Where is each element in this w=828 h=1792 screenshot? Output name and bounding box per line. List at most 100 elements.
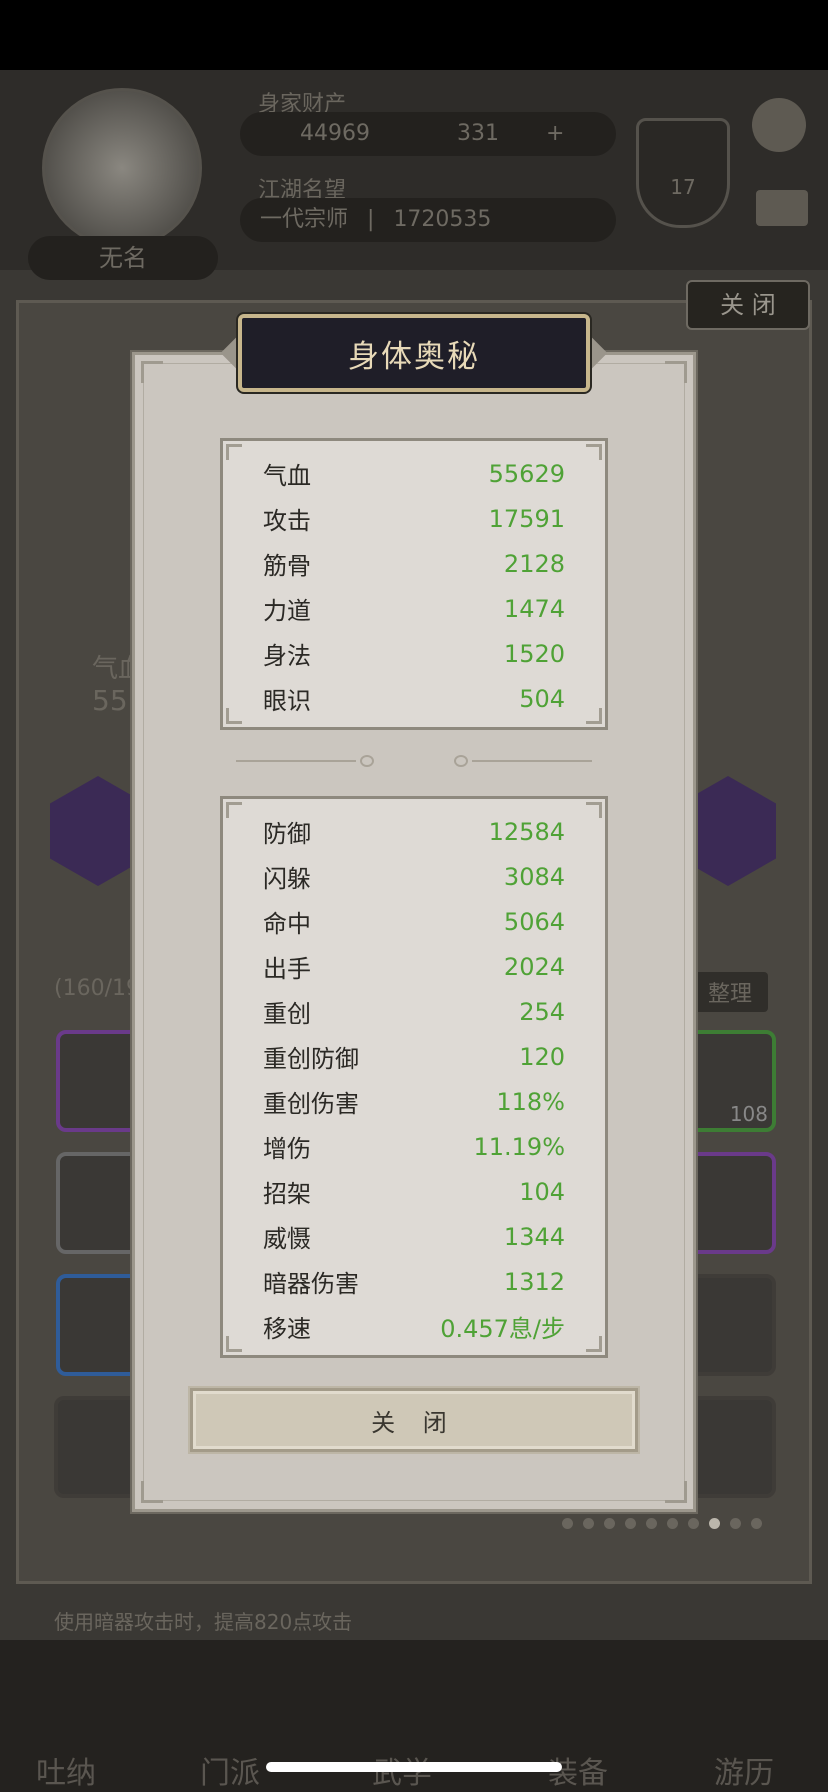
currency-bar: 44969 331 + — [240, 112, 616, 156]
stat-label: 重创伤害 — [263, 1090, 359, 1118]
stat-value: 1312 — [503, 1267, 565, 1296]
level-shield-icon[interactable]: 17 — [636, 118, 730, 228]
mail-icon[interactable] — [756, 190, 808, 226]
corner-ornament — [665, 361, 687, 383]
divider-line — [236, 760, 356, 762]
gear-icon[interactable] — [752, 98, 806, 152]
corner-ornament — [665, 1481, 687, 1503]
fame-bar: 一代宗师 | 1720535 — [240, 198, 616, 242]
dialog-title-plate: 身体奥秘 — [238, 314, 590, 392]
tip-text: 使用暗器攻击时，提高820点攻击 — [54, 1610, 353, 1634]
stat-value: 5064 — [503, 907, 565, 936]
divider-line — [472, 760, 592, 762]
stat-row: 重创防御 120 — [263, 1034, 565, 1079]
stat-label: 重创防御 — [263, 1045, 359, 1073]
stat-label: 防御 — [263, 820, 311, 848]
stat-label: 身法 — [263, 642, 311, 670]
stat-row: 眼识 504 — [263, 676, 565, 721]
divider-ornament — [454, 755, 468, 767]
jade-value: 331 — [457, 121, 499, 146]
stat-label: 重创 — [263, 1000, 311, 1028]
fame-value: 1720535 — [393, 207, 492, 232]
stat-value: 104 — [519, 1177, 565, 1206]
stat-label: 招架 — [263, 1180, 311, 1208]
stat-label: 筋骨 — [263, 552, 311, 580]
stat-value: 1520 — [503, 639, 565, 668]
stat-row: 暗器伤害 1312 — [263, 1259, 565, 1304]
page-dot — [730, 1518, 741, 1529]
stat-value: 118% — [496, 1087, 565, 1116]
page-dot — [667, 1518, 678, 1529]
nav-youli[interactable]: 游历 — [714, 1748, 774, 1792]
gold-value: 44969 — [300, 121, 370, 146]
stat-row: 力道 1474 — [263, 586, 565, 631]
stat-row: 移速 0.457息/步 — [263, 1304, 565, 1349]
stat-preview-value: 55 — [92, 684, 128, 717]
stat-label: 气血 — [263, 462, 311, 490]
corner-ornament — [586, 1336, 602, 1352]
stat-label: 攻击 — [263, 507, 311, 535]
corner-ornament — [586, 444, 602, 460]
stat-label: 暗器伤害 — [263, 1270, 359, 1298]
secondary-stats-box: 防御 12584 闪躲 3084 命中 5064 出手 2024 重创 254 重创防御 1… — [220, 796, 608, 1358]
home-indicator[interactable] — [266, 1762, 562, 1772]
panel-close-button[interactable]: 关 闭 — [686, 280, 810, 330]
stat-value: 2128 — [503, 549, 565, 578]
stat-value: 12584 — [488, 817, 565, 846]
stat-label: 力道 — [263, 597, 311, 625]
page-dot — [646, 1518, 657, 1529]
corner-ornament — [226, 708, 242, 724]
rank-title: 一代宗师 — [260, 207, 349, 232]
page-dot-active — [709, 1518, 720, 1529]
corner-ornament — [586, 708, 602, 724]
stat-label: 命中 — [263, 910, 311, 938]
stat-row: 筋骨 2128 — [263, 541, 565, 586]
stat-row: 重创伤害 118% — [263, 1079, 565, 1124]
stat-row: 增伤 11.19% — [263, 1124, 565, 1169]
close-button[interactable]: 关 闭 — [190, 1388, 638, 1452]
sort-button[interactable]: 整理 — [692, 972, 769, 1012]
corner-ornament — [226, 1336, 242, 1352]
stat-label: 威慑 — [263, 1225, 311, 1253]
stat-row: 出手 2024 — [263, 944, 565, 989]
stat-value: 504 — [519, 684, 565, 713]
stat-label: 出手 — [263, 955, 311, 983]
corner-ornament — [586, 802, 602, 818]
stat-row: 身法 1520 — [263, 631, 565, 676]
stat-value: 3084 — [503, 862, 565, 891]
page-dot — [604, 1518, 615, 1529]
corner-ornament — [226, 802, 242, 818]
stat-value: 55629 — [488, 459, 565, 488]
avatar[interactable] — [42, 88, 202, 248]
primary-stats-box: 气血 55629 攻击 17591 筋骨 2128 力道 1474 身法 1520 眼识 5… — [220, 438, 608, 730]
stat-value: 254 — [519, 997, 565, 1026]
corner-ornament — [141, 361, 163, 383]
stat-row: 重创 254 — [263, 989, 565, 1034]
stat-label: 移速 — [263, 1315, 311, 1343]
page-dot — [562, 1518, 573, 1529]
stat-value: 17591 — [488, 504, 565, 533]
stat-value: 2024 — [503, 952, 565, 981]
nav-menpai[interactable]: 门派 — [200, 1748, 260, 1792]
stat-value: 0.457息/步 — [440, 1315, 565, 1343]
stat-label: 增伤 — [263, 1135, 311, 1163]
dialog-title: 身体奥秘 — [348, 338, 480, 375]
item-count: 108 — [729, 1102, 768, 1126]
page-dot — [583, 1518, 594, 1529]
stat-row: 攻击 17591 — [263, 496, 565, 541]
page-dot — [625, 1518, 636, 1529]
add-currency-icon[interactable]: + — [546, 121, 564, 146]
stat-row: 威慑 1344 — [263, 1214, 565, 1259]
level-value: 17 — [670, 175, 696, 199]
corner-ornament — [226, 444, 242, 460]
inventory-count: (160/19 — [54, 976, 140, 1001]
nav-tuna[interactable]: 吐纳 — [36, 1748, 96, 1792]
section-divider — [236, 755, 592, 767]
divider-ornament — [360, 755, 374, 767]
stat-value: 1474 — [503, 594, 565, 623]
page-indicator — [562, 1518, 762, 1529]
page-dot — [751, 1518, 762, 1529]
stat-label: 眼识 — [263, 687, 311, 715]
stat-row: 防御 12584 — [263, 809, 565, 854]
stat-row: 闪躲 3084 — [263, 854, 565, 899]
